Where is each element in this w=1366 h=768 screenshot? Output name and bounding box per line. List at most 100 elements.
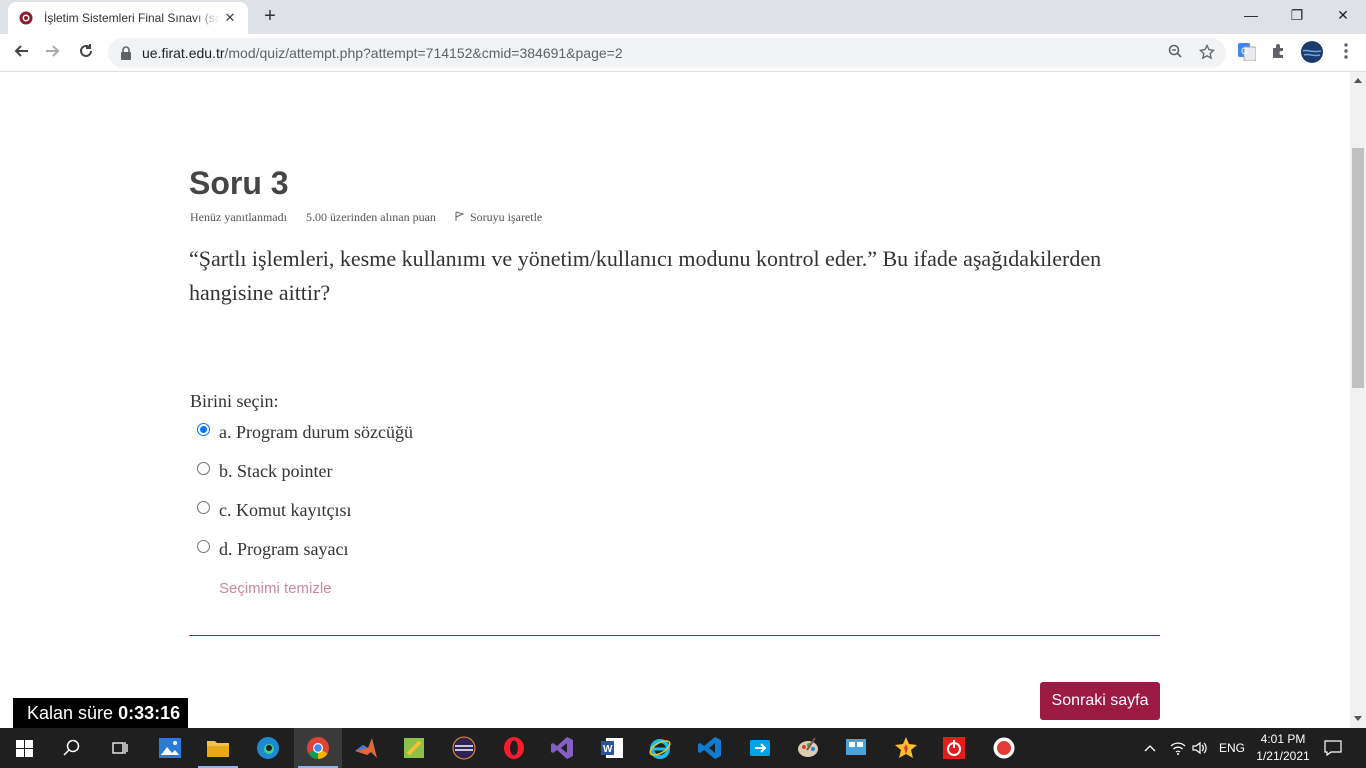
reload-icon bbox=[80, 44, 92, 57]
option-c-radio[interactable] bbox=[197, 500, 210, 514]
minimize-button[interactable]: — bbox=[1228, 0, 1274, 30]
question-points: 5.00 üzerinden alınan puan bbox=[305, 210, 436, 224]
time-remaining-label: Kalan süre bbox=[27, 703, 114, 723]
windows-logo-icon bbox=[15, 739, 33, 757]
browser-tab[interactable]: İşletim Sistemleri Final Sınavı (say ✕ bbox=[8, 2, 248, 34]
taskbar-visual-studio[interactable] bbox=[538, 728, 586, 768]
task-view-button[interactable] bbox=[96, 728, 144, 768]
bookmark-star-icon[interactable] bbox=[1198, 43, 1216, 62]
address-bar[interactable]: ue.firat.edu.tr/mod/quiz/attempt.php?att… bbox=[108, 38, 1226, 68]
page-content: Soru 3 Henüz yanıtlanmadı 5.00 üzerinden… bbox=[0, 72, 1350, 728]
taskbar-app-teal[interactable] bbox=[736, 728, 784, 768]
sync-app-icon bbox=[750, 740, 770, 756]
extensions-puzzle-icon[interactable] bbox=[1271, 43, 1291, 63]
option-b[interactable]: b. Stack pointer bbox=[197, 459, 332, 483]
matlab-icon bbox=[355, 738, 377, 758]
star-app-icon bbox=[895, 737, 917, 758]
option-c[interactable]: c. Komut kayıtçısı bbox=[197, 498, 351, 522]
clock-date: 1/21/2021 bbox=[1256, 749, 1310, 763]
chrome-menu-icon[interactable] bbox=[1344, 43, 1364, 63]
option-b-label[interactable]: b. Stack pointer bbox=[219, 461, 332, 482]
time-remaining: Kalan süre 0:33:16 bbox=[13, 698, 188, 728]
clock-time: 4:01 PM bbox=[1260, 732, 1306, 746]
restore-button[interactable]: ❐ bbox=[1274, 0, 1320, 30]
chevron-up-icon bbox=[1144, 745, 1156, 752]
question-status: Henüz yanıtlanmadı bbox=[190, 210, 287, 224]
question-info: Henüz yanıtlanmadı 5.00 üzerinden alınan… bbox=[190, 210, 574, 225]
option-d-radio[interactable] bbox=[197, 539, 210, 553]
option-d[interactable]: d. Program sayacı bbox=[197, 537, 348, 561]
question-text: “Şartlı işlemleri, kesme kullanımı ve yö… bbox=[189, 246, 1102, 305]
scroll-thumb[interactable] bbox=[1352, 148, 1364, 388]
clear-selection-link[interactable]: Seçimimi temizle bbox=[219, 580, 332, 597]
back-button[interactable] bbox=[9, 41, 33, 65]
edge-browser-icon bbox=[257, 737, 279, 759]
scroll-down-arrow-icon[interactable] bbox=[1354, 716, 1362, 721]
volume-status[interactable] bbox=[1192, 728, 1208, 768]
task-view-icon bbox=[112, 742, 128, 754]
taskbar-recorder[interactable] bbox=[980, 728, 1028, 768]
folder-icon bbox=[207, 741, 229, 757]
taskbar-file-explorer[interactable] bbox=[194, 728, 242, 768]
forward-button[interactable] bbox=[41, 41, 65, 65]
opera-browser-icon bbox=[504, 737, 524, 759]
taskbar-chrome[interactable] bbox=[294, 728, 342, 768]
svg-text:G: G bbox=[1241, 46, 1248, 56]
scroll-up-arrow-icon[interactable] bbox=[1354, 78, 1362, 83]
network-status[interactable] bbox=[1170, 728, 1186, 768]
photos-app-icon bbox=[159, 738, 181, 758]
tab-close-icon[interactable]: ✕ bbox=[222, 10, 238, 26]
taskbar-word[interactable]: W bbox=[588, 728, 636, 768]
taskbar-star-app[interactable] bbox=[882, 728, 930, 768]
taskbar-app-blue[interactable] bbox=[832, 728, 880, 768]
new-tab-button[interactable]: + bbox=[260, 6, 280, 26]
flag-icon bbox=[455, 211, 464, 221]
taskbar-matlab[interactable] bbox=[342, 728, 390, 768]
url-text[interactable]: ue.firat.edu.tr/mod/quiz/attempt.php?att… bbox=[142, 45, 623, 61]
divider bbox=[189, 635, 1160, 636]
browser-titlebar: İşletim Sistemleri Final Sınavı (say ✕ +… bbox=[0, 0, 1366, 34]
taskbar-edge[interactable] bbox=[244, 728, 292, 768]
taskbar-vscode[interactable] bbox=[686, 728, 734, 768]
taskbar-eclipse[interactable] bbox=[440, 728, 488, 768]
browser-toolbar: ue.firat.edu.tr/mod/quiz/attempt.php?att… bbox=[0, 34, 1366, 72]
windows-taskbar: W ENG 4:01 PM 1/21/2021 bbox=[0, 728, 1366, 768]
close-window-button[interactable]: ✕ bbox=[1320, 0, 1366, 30]
show-hidden-icons[interactable] bbox=[1144, 728, 1156, 768]
search-button[interactable] bbox=[48, 728, 96, 768]
profile-avatar[interactable] bbox=[1301, 41, 1323, 63]
flag-question-link[interactable]: Soruyu işaretle bbox=[455, 210, 558, 224]
taskbar-app-yellow[interactable] bbox=[390, 728, 438, 768]
search-icon bbox=[63, 739, 80, 756]
question-title: Soru 3 bbox=[189, 165, 289, 201]
option-a[interactable]: a. Program durum sözcüğü bbox=[197, 420, 413, 444]
action-center-button[interactable] bbox=[1324, 728, 1342, 768]
lock-icon[interactable] bbox=[120, 46, 132, 60]
google-translate-icon[interactable]: G bbox=[1238, 43, 1258, 63]
input-language[interactable]: ENG bbox=[1219, 728, 1245, 768]
option-c-label[interactable]: c. Komut kayıtçısı bbox=[219, 500, 351, 521]
reload-button[interactable] bbox=[74, 41, 98, 65]
system-clock[interactable]: 4:01 PM 1/21/2021 bbox=[1250, 731, 1316, 765]
option-b-radio[interactable] bbox=[197, 461, 210, 475]
notification-icon bbox=[1324, 740, 1342, 756]
tab-title: İşletim Sistemleri Final Sınavı (say bbox=[44, 11, 220, 25]
start-button[interactable] bbox=[0, 728, 48, 768]
taskbar-internet-explorer[interactable] bbox=[636, 728, 684, 768]
taskbar-photos[interactable] bbox=[146, 728, 194, 768]
forward-arrow-icon bbox=[46, 45, 60, 57]
speaker-icon bbox=[1192, 741, 1207, 755]
back-arrow-icon bbox=[14, 45, 28, 57]
taskbar-paint[interactable] bbox=[784, 728, 832, 768]
record-icon bbox=[993, 737, 1015, 759]
next-page-button[interactable]: Sonraki sayfa bbox=[1040, 682, 1160, 720]
taskbar-opera[interactable] bbox=[490, 728, 538, 768]
page-scrollbar[interactable] bbox=[1350, 72, 1366, 728]
option-d-label[interactable]: d. Program sayacı bbox=[219, 539, 348, 560]
visual-studio-icon bbox=[551, 737, 573, 759]
option-a-label[interactable]: a. Program durum sözcüğü bbox=[219, 422, 413, 443]
power-icon bbox=[943, 737, 965, 759]
taskbar-power-app[interactable] bbox=[930, 728, 978, 768]
option-a-radio[interactable] bbox=[197, 422, 210, 436]
zoom-icon[interactable] bbox=[1166, 44, 1184, 62]
